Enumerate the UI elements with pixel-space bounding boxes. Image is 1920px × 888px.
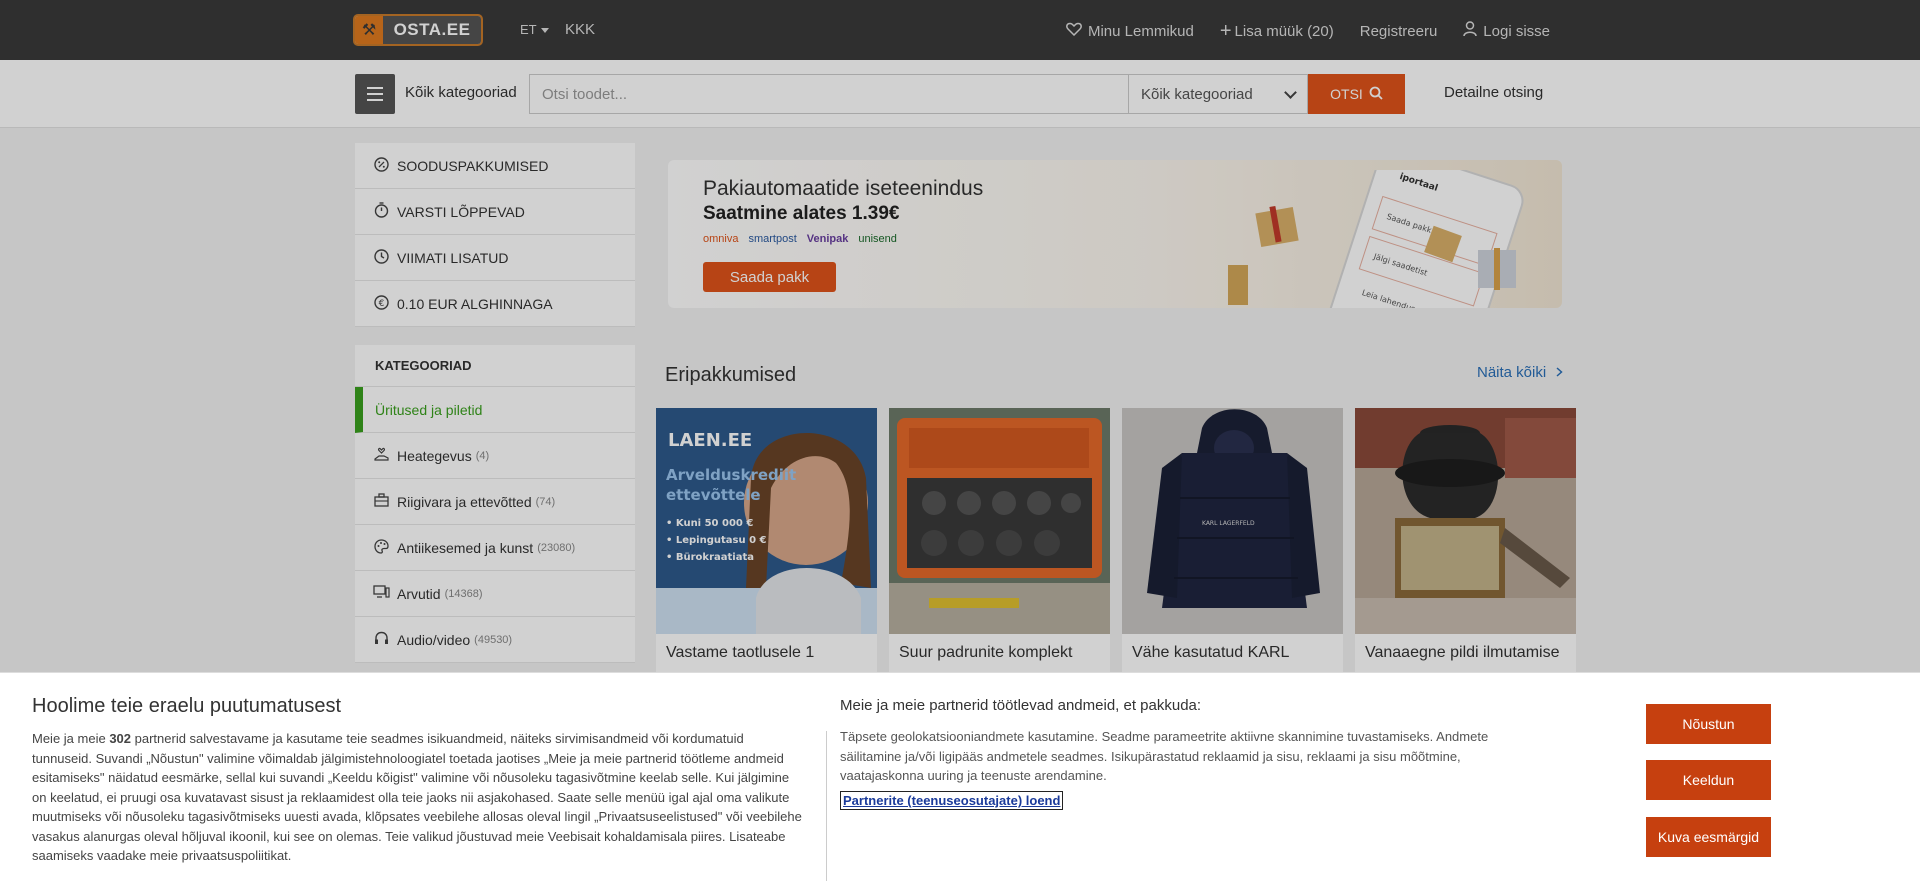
consent-description: Meie ja meie 302 partnerid salvestavame …	[32, 729, 802, 866]
purposes-description: Täpsete geolokatsiooniandmete kasutamine…	[840, 729, 1489, 783]
partners-count: 302	[109, 731, 132, 746]
consent-divider	[826, 731, 827, 881]
cookie-consent-banner: Hoolime teie eraelu puutumatusest Meie j…	[0, 672, 1920, 888]
partners-list-link[interactable]: Partnerite (teenuseosutajate) loend	[840, 791, 1064, 810]
show-purposes-button[interactable]: Kuva eesmärgid	[1646, 817, 1771, 857]
consent-body-text: partnerid salvestavame ja kasutame teie …	[32, 731, 802, 863]
consent-title: Hoolime teie eraelu puutumatusest	[32, 695, 342, 717]
consent-body-prefix: Meie ja meie	[32, 731, 110, 746]
purposes-title: Meie ja meie partnerid töötlevad andmeid…	[840, 697, 1202, 714]
reject-button[interactable]: Keeldun	[1646, 760, 1771, 800]
modal-backdrop	[0, 0, 1920, 672]
accept-button[interactable]: Nõustun	[1646, 704, 1771, 744]
